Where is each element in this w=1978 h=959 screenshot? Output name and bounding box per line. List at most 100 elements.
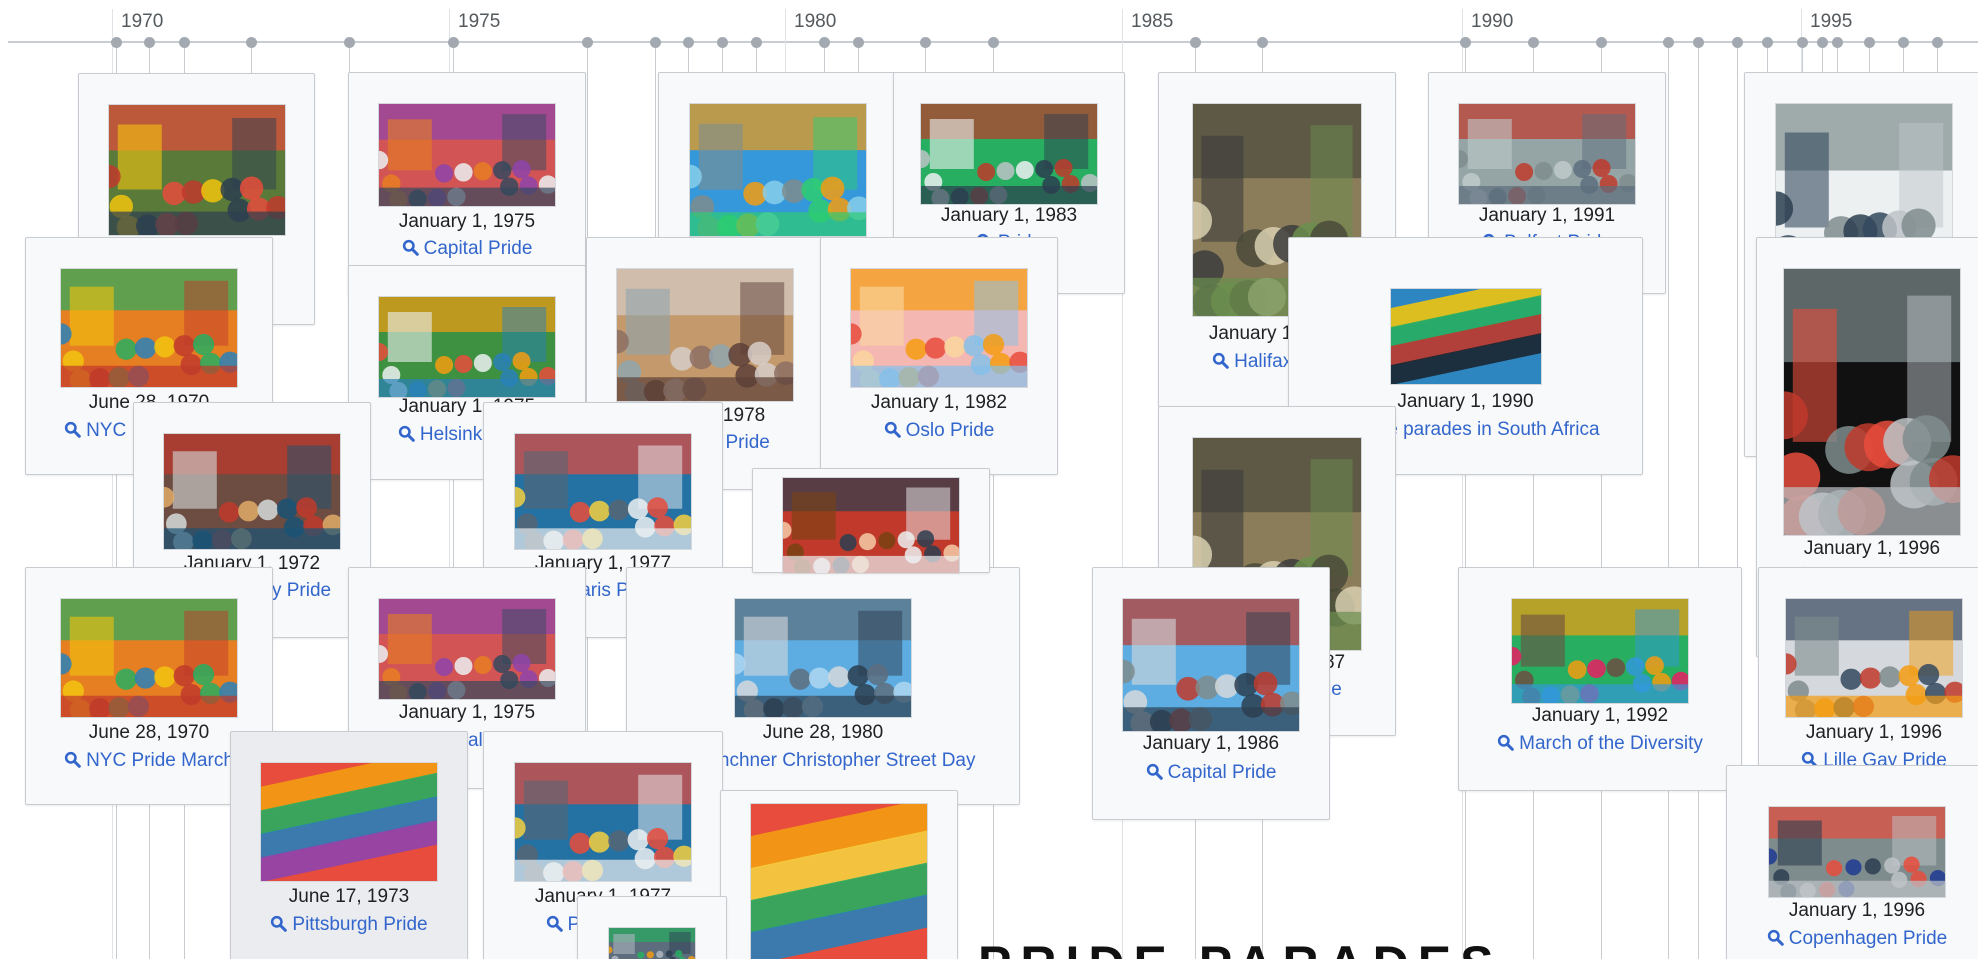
magnifier-icon bbox=[64, 751, 81, 774]
event-marker-dot[interactable] bbox=[1932, 37, 1943, 48]
event-marker-dot[interactable] bbox=[650, 37, 661, 48]
event-marker-dot[interactable] bbox=[819, 37, 830, 48]
event-date: January 1, 1996 bbox=[1805, 722, 1943, 743]
event-connector-line bbox=[1668, 43, 1669, 959]
magnifier-icon bbox=[270, 915, 288, 938]
event-photo[interactable] bbox=[1760, 806, 1947, 900]
event-marker-dot[interactable] bbox=[683, 37, 694, 48]
event-marker-dot[interactable] bbox=[111, 37, 122, 48]
event-marker-dot[interactable] bbox=[1864, 37, 1875, 48]
event-marker-dot[interactable] bbox=[920, 37, 931, 48]
event-photo[interactable] bbox=[369, 103, 558, 210]
event-link-label: March of the Diversity bbox=[1519, 733, 1703, 754]
event-photo[interactable] bbox=[260, 725, 438, 883]
event-link-label: Pittsburgh Pride bbox=[292, 914, 428, 935]
event-photo[interactable] bbox=[370, 296, 557, 400]
event-marker-dot[interactable] bbox=[246, 37, 257, 48]
event-connector-line bbox=[1698, 43, 1699, 959]
year-label: 1970 bbox=[121, 11, 164, 32]
event-marker-dot[interactable] bbox=[1190, 37, 1201, 48]
event-date: January 1, 1975 bbox=[398, 211, 536, 232]
event-marker-dot[interactable] bbox=[751, 37, 762, 48]
event-photo[interactable] bbox=[1450, 103, 1637, 207]
event-photo[interactable] bbox=[50, 268, 241, 391]
event-photo[interactable] bbox=[504, 433, 695, 553]
event-photo[interactable] bbox=[605, 927, 696, 959]
event-marker-dot[interactable] bbox=[1732, 37, 1743, 48]
event-link[interactable]: March of the Diversity bbox=[1459, 733, 1741, 757]
event-photo[interactable] bbox=[370, 598, 557, 702]
event-photo[interactable] bbox=[504, 762, 695, 885]
event-link-label: Oslo Pride bbox=[905, 420, 995, 441]
event-card[interactable]: January 1, 1992 March of the Diversity bbox=[1458, 567, 1742, 791]
magnifier-icon bbox=[1146, 763, 1163, 786]
event-link[interactable]: Oslo Pride bbox=[821, 420, 1057, 444]
event-card[interactable]: January 1, 1996 Copenhagen Pride bbox=[1726, 765, 1978, 959]
event-marker-dot[interactable] bbox=[179, 37, 190, 48]
event-marker-dot[interactable] bbox=[1460, 37, 1471, 48]
event-photo[interactable] bbox=[912, 103, 1099, 207]
event-marker-dot[interactable] bbox=[344, 37, 355, 48]
event-photo[interactable] bbox=[96, 104, 290, 239]
magnifier-icon bbox=[64, 421, 81, 444]
event-marker-dot[interactable] bbox=[1817, 37, 1828, 48]
event-marker-dot[interactable] bbox=[582, 37, 593, 48]
year-label: 1995 bbox=[1810, 11, 1853, 32]
event-date: January 1, 1982 bbox=[870, 392, 1008, 413]
event-date: January 1, 1983 bbox=[940, 205, 1078, 226]
event-marker-dot[interactable] bbox=[1898, 37, 1909, 48]
event-link[interactable]: Capital Pride bbox=[1093, 762, 1329, 786]
event-date: January 1, 1991 bbox=[1478, 205, 1616, 226]
event-date: January 1, 1975 bbox=[398, 702, 536, 723]
event-photo[interactable] bbox=[1775, 598, 1966, 721]
event-card[interactable] bbox=[720, 766, 958, 959]
event-link[interactable]: Pittsburgh Pride bbox=[231, 914, 467, 938]
event-photo[interactable] bbox=[605, 268, 798, 405]
event-date: January 1, 1996 bbox=[1788, 900, 1926, 921]
event-photo[interactable] bbox=[840, 268, 1031, 391]
event-marker-dot[interactable] bbox=[988, 37, 999, 48]
event-marker-dot[interactable] bbox=[1528, 37, 1539, 48]
event-marker-dot[interactable] bbox=[1832, 37, 1843, 48]
year-label: 1980 bbox=[794, 11, 837, 32]
event-photo[interactable] bbox=[1760, 268, 1977, 543]
year-label: 1985 bbox=[1131, 11, 1174, 32]
event-marker-dot[interactable] bbox=[1596, 37, 1607, 48]
magnifier-icon bbox=[398, 425, 415, 448]
event-card[interactable]: June 17, 1973 Pittsburgh Pride bbox=[230, 725, 468, 959]
event-marker-dot[interactable] bbox=[1762, 37, 1773, 48]
event-marker-dot[interactable] bbox=[1663, 37, 1674, 48]
event-date: January 1, 1992 bbox=[1531, 705, 1669, 726]
event-marker-dot[interactable] bbox=[1257, 37, 1268, 48]
event-card[interactable] bbox=[752, 468, 990, 576]
event-photo[interactable] bbox=[50, 598, 241, 721]
timeline-canvas: 1970 1975 1980 1985 1990 1995 January 1, 1975… bbox=[0, 0, 1978, 959]
event-marker-dot[interactable] bbox=[1797, 37, 1808, 48]
event-photo[interactable] bbox=[750, 766, 928, 959]
event-date: June 17, 1973 bbox=[288, 886, 410, 907]
event-marker-dot[interactable] bbox=[448, 37, 459, 48]
event-photo[interactable] bbox=[153, 433, 344, 553]
event-photo[interactable] bbox=[1502, 598, 1691, 707]
magnifier-icon bbox=[884, 421, 901, 444]
event-link[interactable]: Copenhagen Pride bbox=[1727, 928, 1978, 952]
magnifier-icon bbox=[1497, 734, 1514, 757]
event-marker-dot[interactable] bbox=[717, 37, 728, 48]
event-photo[interactable] bbox=[1111, 598, 1304, 735]
event-card[interactable]: January 1, 1982 Oslo Pride bbox=[820, 237, 1058, 475]
event-photo[interactable] bbox=[678, 103, 871, 240]
event-photo[interactable] bbox=[774, 477, 961, 576]
event-photo[interactable] bbox=[1389, 257, 1542, 385]
event-marker-dot[interactable] bbox=[144, 37, 155, 48]
event-date: January 1, 1986 bbox=[1142, 733, 1280, 754]
event-link-label: Copenhagen Pride bbox=[1788, 928, 1948, 949]
event-card[interactable] bbox=[577, 896, 727, 959]
event-card[interactable]: January 1, 1975 Capital Pride bbox=[348, 72, 586, 296]
event-date: January 1, 1996 bbox=[1803, 538, 1941, 559]
event-marker-dot[interactable] bbox=[1693, 37, 1704, 48]
event-card[interactable]: January 1, 1986 Capital Pride bbox=[1092, 567, 1330, 820]
event-marker-dot[interactable] bbox=[853, 37, 864, 48]
event-link-label: Capital Pride bbox=[1167, 762, 1277, 783]
event-photo[interactable] bbox=[724, 598, 915, 721]
event-link[interactable]: Capital Pride bbox=[349, 238, 585, 262]
